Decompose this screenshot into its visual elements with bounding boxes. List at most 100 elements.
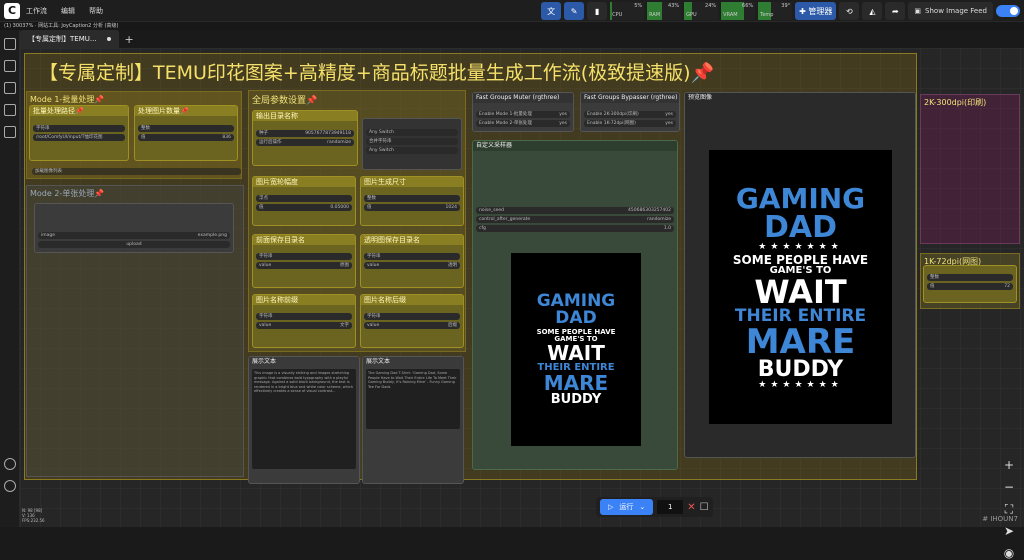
feed-toggle[interactable] xyxy=(996,5,1020,17)
new-tab-plus-icon[interactable]: + xyxy=(125,33,134,46)
menu-help[interactable]: 帮助 xyxy=(89,6,103,16)
node-load-image[interactable]: imageexample.png upload xyxy=(34,203,234,253)
prefix-string-widget[interactable]: 字符串 xyxy=(256,313,352,320)
k1-value: 72 xyxy=(1004,283,1010,290)
suffix-string-label: 字符串 xyxy=(367,313,381,320)
translate-icon[interactable]: 文 xyxy=(541,2,561,20)
large-shirt-stars-1: ★★★★★★★ xyxy=(758,243,842,252)
suffix-value-widget[interactable]: value后缀 xyxy=(364,322,460,329)
k1-int-widget[interactable]: 整数 xyxy=(927,274,1013,281)
share-icon[interactable]: ➦ xyxy=(885,2,905,20)
size-int-widget[interactable]: 整数 xyxy=(364,195,460,202)
mode1-toggle[interactable]: Enable Mode 1-批量处理yes xyxy=(476,111,570,118)
zoom-out-icon[interactable]: − xyxy=(1002,480,1016,494)
image-select-widget[interactable]: imageexample.png xyxy=(38,232,230,239)
model-library-icon[interactable] xyxy=(4,82,16,94)
sampler-cfg-value: 1.0 xyxy=(664,225,671,232)
width-value-widget[interactable]: 值0.05000 xyxy=(256,204,352,211)
show-text-1-output[interactable]: This image is a visually striking and im… xyxy=(252,369,356,469)
k1-value-widget[interactable]: 值72 xyxy=(927,283,1013,290)
switch-input-2[interactable]: 合并字符串 xyxy=(366,138,458,145)
fit-view-icon[interactable]: ⛶ xyxy=(1002,502,1016,516)
node-bg-dir[interactable]: 前面保存目录名 字符串 value原图 xyxy=(252,234,356,288)
restart-icon[interactable]: ⟲ xyxy=(839,2,859,20)
comfy-logo-icon[interactable]: C xyxy=(4,3,20,19)
k2-toggle[interactable]: Enable 2K-300dpi(印刷)yes xyxy=(584,111,676,118)
node-img-size[interactable]: 图片生成尺寸 整数 值1024 xyxy=(360,176,464,226)
suffix-string-widget[interactable]: 字符串 xyxy=(364,313,460,320)
batch-count-input[interactable]: 1 xyxy=(657,500,683,514)
node-any-switch[interactable]: Any Switch 合并字符串 Any Switch xyxy=(362,118,462,170)
batch-string-widget[interactable]: 字符串 xyxy=(33,125,125,132)
node-library-icon[interactable] xyxy=(4,60,16,72)
large-shirt-stars-2: ★★★★★★★ xyxy=(758,381,842,390)
stop-square-icon[interactable]: ☐ xyxy=(700,502,709,513)
settings-gear-icon[interactable] xyxy=(4,480,16,492)
image-feed-button[interactable]: ▣Show Image Feed xyxy=(908,2,993,20)
prefix-value-widget[interactable]: value文字 xyxy=(256,322,352,329)
fit-icon[interactable]: ◭ xyxy=(862,2,882,20)
group-2k[interactable]: 2K-300dpi(印刷) xyxy=(920,94,1020,244)
upload-button[interactable]: upload xyxy=(38,241,230,248)
mode2-toggle[interactable]: Enable Mode 2-单张处理yes xyxy=(476,120,570,127)
workflows-icon[interactable] xyxy=(4,104,16,116)
switch-input-3[interactable]: Any Switch xyxy=(366,147,458,154)
trans-value-widget[interactable]: value透明 xyxy=(364,262,460,269)
batch-path-widget[interactable]: /root/ComfyUI/input/T恤印花图 xyxy=(33,134,125,141)
node-show-text-2[interactable]: 展示文本 The Gaming Dad T-Shirt: 'Gaming Dad… xyxy=(362,356,464,484)
node-canvas[interactable]: 【专属定制】TEMU印花图案+高精度+商品标题批量生成工作流(极致提速版)📌 M… xyxy=(20,48,1024,527)
output-seed-widget[interactable]: 种子9057677873949118 xyxy=(256,130,354,137)
switch-input-3-label: Any Switch xyxy=(369,147,394,154)
sampler-cfg-widget[interactable]: cfg1.0 xyxy=(476,225,674,232)
close-icon[interactable]: ✕ xyxy=(687,502,695,513)
run-button[interactable]: ▷运行⌄ xyxy=(600,499,653,515)
bookmark-icon[interactable]: ▮ xyxy=(587,2,607,20)
node-prefix[interactable]: 图片名称前缀 字符串 value文字 xyxy=(252,294,356,348)
image-label: image xyxy=(41,232,55,239)
count-int-widget[interactable]: 整数 xyxy=(138,125,234,132)
count-value-widget[interactable]: 值836 xyxy=(138,134,234,141)
trans-string-label: 字符串 xyxy=(367,253,381,260)
node-1k-int[interactable]: 整数 值72 xyxy=(923,265,1017,303)
small-shirt-preview[interactable]: GAMING DAD SOME PEOPLE HAVE GAME'S TO WA… xyxy=(511,253,641,446)
ram-label: RAM xyxy=(647,11,681,20)
node-fast-bypass[interactable]: Fast Groups Bypasser (rgthree) Enable 2K… xyxy=(580,92,680,132)
bg-string-widget[interactable]: 字符串 xyxy=(256,253,352,260)
moon-icon[interactable] xyxy=(4,458,16,470)
node-suffix[interactable]: 图片名称后缀 字符串 value后缀 xyxy=(360,294,464,348)
count-value-label: 值 xyxy=(141,134,146,141)
large-shirt-preview[interactable]: GAMING DAD ★★★★★★★ SOME PEOPLE HAVE GAME… xyxy=(709,150,892,424)
menu-workflow[interactable]: 工作流 xyxy=(26,6,47,16)
node-show-text-1[interactable]: 展示文本 This image is a visually striking a… xyxy=(248,356,360,484)
queue-icon[interactable] xyxy=(4,38,16,50)
k1-toggle[interactable]: Enable 1K-72dpi(网图)yes xyxy=(584,120,676,127)
templates-icon[interactable] xyxy=(4,126,16,138)
manager-button[interactable]: ✚ 管理器 xyxy=(795,2,836,20)
menu-edit[interactable]: 编辑 xyxy=(61,6,75,16)
bg-value-widget[interactable]: value原图 xyxy=(256,262,352,269)
chevron-down-icon[interactable]: ⌄ xyxy=(639,503,645,511)
switch-input-1[interactable]: Any Switch xyxy=(366,129,458,136)
width-float-widget[interactable]: 浮点 xyxy=(256,195,352,202)
seed-value: 9057677873949118 xyxy=(305,130,351,137)
node-img-width[interactable]: 图片宽轮幅度 浮点 值0.05000 xyxy=(252,176,356,226)
output-control-widget[interactable]: 运行后操作randomize xyxy=(256,139,354,146)
node-transparent-dir[interactable]: 透明图保存目录名 字符串 value透明 xyxy=(360,234,464,288)
sampler-seed-widget[interactable]: noise_seed450686303257402 xyxy=(476,207,674,214)
node-fast-mute[interactable]: Fast Groups Muter (rgthree) Enable Mode … xyxy=(472,92,574,132)
show-text-2-output[interactable]: The Gaming Dad T-Shirt: 'Gaming Dad, Som… xyxy=(366,369,460,429)
size-value-widget[interactable]: 值1024 xyxy=(364,204,460,211)
stats-fps: FPS:232.56 xyxy=(22,518,45,523)
node-batch-count[interactable]: 处理图片数量📌 整数 值836 xyxy=(134,105,238,161)
draw-icon[interactable]: ✎ xyxy=(564,2,584,20)
node-batch-path[interactable]: 批量处理路径📌 字符串 /root/ComfyUI/input/T恤印花图 xyxy=(29,105,129,161)
workflow-tabs: 【专属定制】TEMU... + xyxy=(20,30,134,48)
mode1-extra-widget[interactable]: 加载图像列表 xyxy=(32,168,241,175)
link-visibility-icon[interactable]: ◉ xyxy=(1002,546,1016,560)
trans-string-widget[interactable]: 字符串 xyxy=(364,253,460,260)
node-output-dir[interactable]: 输出目录名称 种子9057677873949118 运行后操作randomize xyxy=(252,110,358,166)
tab-workflow[interactable]: 【专属定制】TEMU... xyxy=(20,30,119,48)
pointer-icon[interactable]: ➤ xyxy=(1002,524,1016,538)
zoom-in-icon[interactable]: + xyxy=(1002,458,1016,472)
sampler-control-widget[interactable]: control_after_generaterandomize xyxy=(476,216,674,223)
